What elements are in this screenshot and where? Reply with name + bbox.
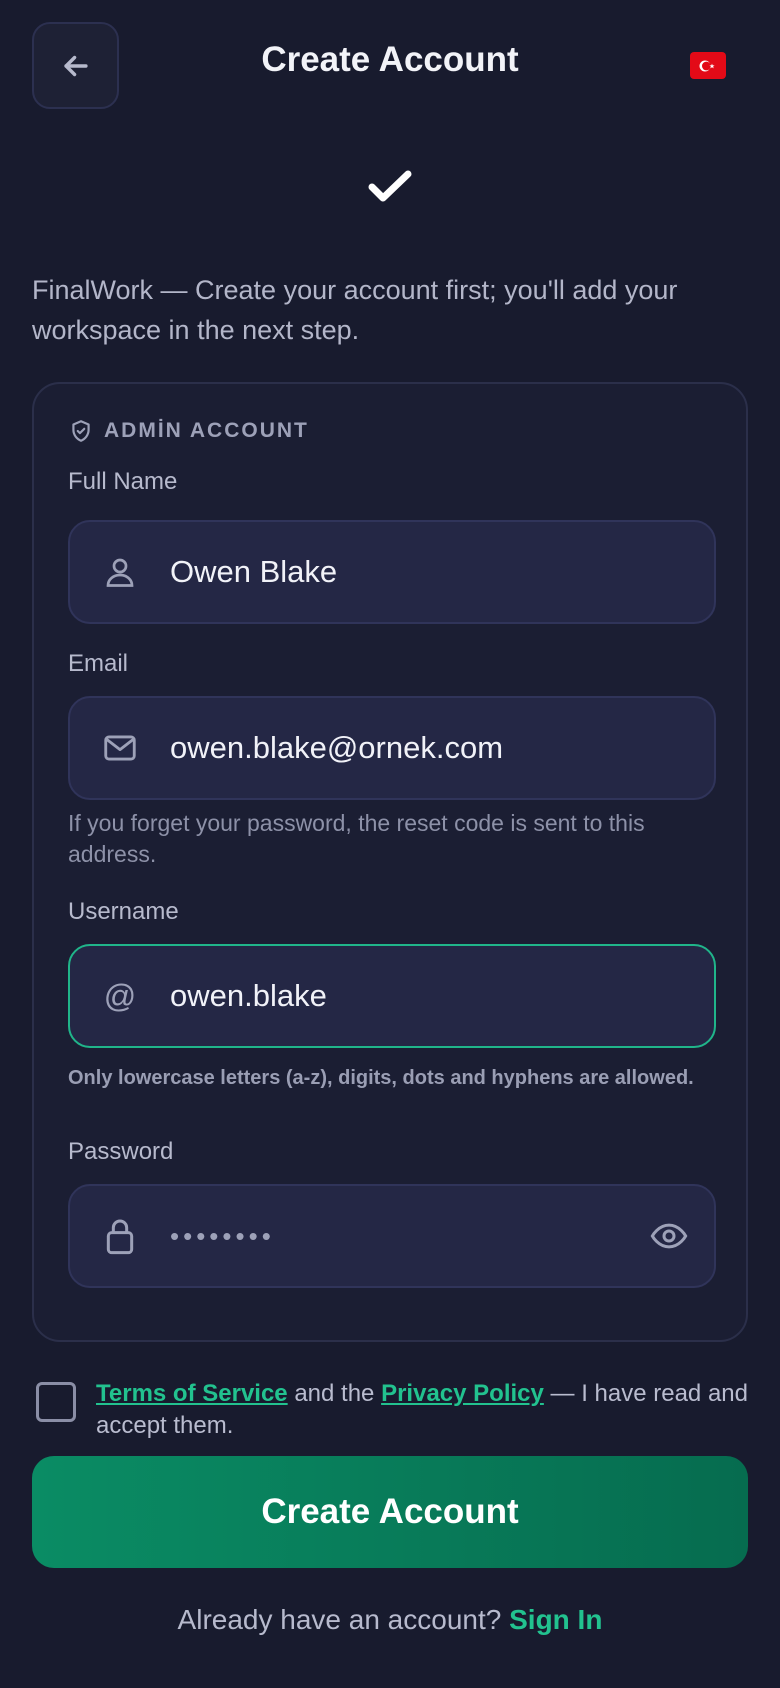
shield-check-icon bbox=[72, 420, 90, 442]
at-icon: @ bbox=[103, 977, 137, 1014]
signin-prompt: Already have an account? Sign In bbox=[177, 1604, 603, 1635]
email-label: Email bbox=[68, 650, 129, 677]
intro-text: FinalWork — Create your account first; y… bbox=[32, 275, 678, 345]
terms-checkbox[interactable] bbox=[36, 1382, 76, 1422]
create-account-button[interactable]: Create Account bbox=[32, 1456, 748, 1568]
user-icon bbox=[106, 558, 134, 587]
terms-text: Terms of Service and the Privacy Policy … bbox=[96, 1380, 748, 1439]
lock-icon bbox=[106, 1219, 134, 1255]
username-field[interactable]: @ owen.blake bbox=[68, 944, 716, 1048]
full-name-label: Full Name bbox=[68, 468, 178, 495]
email-input[interactable]: owen.blake@ornek.com bbox=[170, 730, 714, 766]
username-label: Username bbox=[68, 898, 179, 925]
create-account-screen: Create Account FinalWork — Create your a… bbox=[0, 0, 780, 1688]
checkmark-icon bbox=[368, 170, 412, 202]
password-input[interactable]: •••••••• bbox=[170, 1221, 624, 1252]
username-help-text: Only lowercase letters (a-z), digits, do… bbox=[68, 1067, 694, 1089]
password-toggle-button[interactable] bbox=[624, 1216, 714, 1256]
eye-icon bbox=[650, 1223, 688, 1249]
sign-in-link[interactable]: Sign In bbox=[509, 1604, 602, 1635]
mail-icon bbox=[104, 735, 136, 761]
turkey-flag-icon[interactable] bbox=[690, 52, 726, 79]
privacy-policy-link[interactable]: Privacy Policy bbox=[381, 1380, 544, 1407]
page-title: Create Account bbox=[261, 40, 519, 79]
full-name-input[interactable]: Owen Blake bbox=[170, 554, 714, 590]
section-title: ADMİN ACCOUNT bbox=[104, 419, 309, 442]
admin-account-card: ADMİN ACCOUNT Full Name Owen Blake Email… bbox=[32, 382, 748, 1342]
username-input[interactable]: owen.blake bbox=[170, 978, 714, 1014]
terms-of-service-link[interactable]: Terms of Service bbox=[96, 1380, 288, 1407]
password-label: Password bbox=[68, 1138, 174, 1165]
password-field[interactable]: •••••••• bbox=[68, 1184, 716, 1288]
section-header: ADMİN ACCOUNT bbox=[68, 418, 309, 444]
email-field[interactable]: owen.blake@ornek.com bbox=[68, 696, 716, 800]
email-help-text: If you forget your password, the reset c… bbox=[68, 810, 645, 867]
full-name-field[interactable]: Owen Blake bbox=[68, 520, 716, 624]
